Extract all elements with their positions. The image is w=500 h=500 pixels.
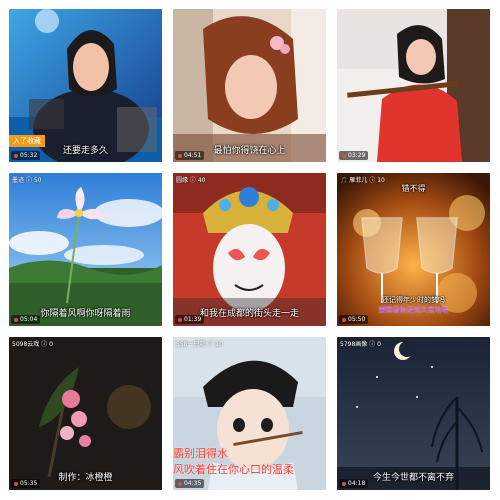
lyric-caption-next: 要跟着你走到天荒地老 bbox=[378, 306, 449, 314]
record-dot-icon bbox=[342, 153, 346, 158]
video-tile-8[interactable]: 558一只花 ⓘ 10 霸别泪得水 风吹着住在你心口的温柔 04:35 bbox=[173, 337, 326, 490]
video-tile-2[interactable]: 最怕你得饶在心上 04:51 bbox=[173, 9, 326, 162]
duration-badge: 01:39 bbox=[175, 315, 205, 324]
stream-info: 558一只花 ⓘ 10 bbox=[176, 341, 223, 348]
duration-badge: 04:51 bbox=[175, 151, 205, 160]
record-dot-icon bbox=[14, 317, 18, 322]
lyric-caption: 霸别泪得水 bbox=[173, 447, 228, 460]
video-thumbnail-4 bbox=[9, 173, 162, 326]
video-tile-4[interactable]: 墨迹 ⓘ 50 你隔着风啊你呀隔着雨 05:04 bbox=[9, 173, 162, 326]
stream-info: 墨迹 ⓘ 50 bbox=[12, 177, 42, 184]
stream-info: 5798画像 ⓘ 0 bbox=[340, 341, 381, 348]
video-tile-3[interactable]: 03:29 bbox=[337, 9, 490, 162]
duration-badge: 05:04 bbox=[11, 315, 41, 324]
video-grid: 入了收藏 还要走多久 05:32 最怕你得饶在心上 04:51 03:29 墨迹… bbox=[0, 0, 500, 500]
video-thumbnail-9 bbox=[337, 337, 490, 490]
duration-badge: 05:32 bbox=[11, 151, 41, 160]
stream-info: 5098云戏 ⓘ 0 bbox=[12, 341, 53, 348]
video-tile-1[interactable]: 入了收藏 还要走多久 05:32 bbox=[9, 9, 162, 162]
video-tile-5[interactable]: 圆缘 ⓘ 40 和我在成都的街头走一走 01:39 bbox=[173, 173, 326, 326]
video-tile-9[interactable]: 5798画像 ⓘ 0 今生今世都不离不弃 04:18 bbox=[337, 337, 490, 490]
video-thumbnail-3 bbox=[337, 9, 490, 162]
video-tile-7[interactable]: 5098云戏 ⓘ 0 制作：冰橙橙 05:35 bbox=[9, 337, 162, 490]
record-dot-icon bbox=[178, 317, 182, 322]
stream-info: 圆缘 ⓘ 40 bbox=[176, 177, 206, 184]
record-dot-icon bbox=[178, 481, 182, 486]
duration-badge: 04:35 bbox=[175, 479, 205, 488]
lyric-caption: 还记得年少时的梦吗 bbox=[382, 296, 445, 304]
duration-badge: 03:29 bbox=[339, 151, 369, 160]
duration-badge: 05:35 bbox=[11, 479, 41, 488]
lyric-caption-next: 风吹着住在你心口的温柔 bbox=[173, 463, 294, 476]
song-title: 错不得 bbox=[401, 184, 426, 193]
record-dot-icon bbox=[178, 153, 182, 158]
record-dot-icon bbox=[342, 317, 346, 322]
video-thumbnail-7 bbox=[9, 337, 162, 490]
duration-badge: 05:50 bbox=[339, 315, 369, 324]
video-tile-6[interactable]: 🎵 雁菲儿 ⓘ 10 错不得 还记得年少时的梦吗 要跟着你走到天荒地老 05:5… bbox=[337, 173, 490, 326]
record-dot-icon bbox=[14, 153, 18, 158]
record-dot-icon bbox=[14, 481, 18, 486]
video-thumbnail-5 bbox=[173, 173, 326, 326]
duration-badge: 04:18 bbox=[339, 479, 369, 488]
record-dot-icon bbox=[342, 481, 346, 486]
video-thumbnail-2 bbox=[173, 9, 326, 162]
